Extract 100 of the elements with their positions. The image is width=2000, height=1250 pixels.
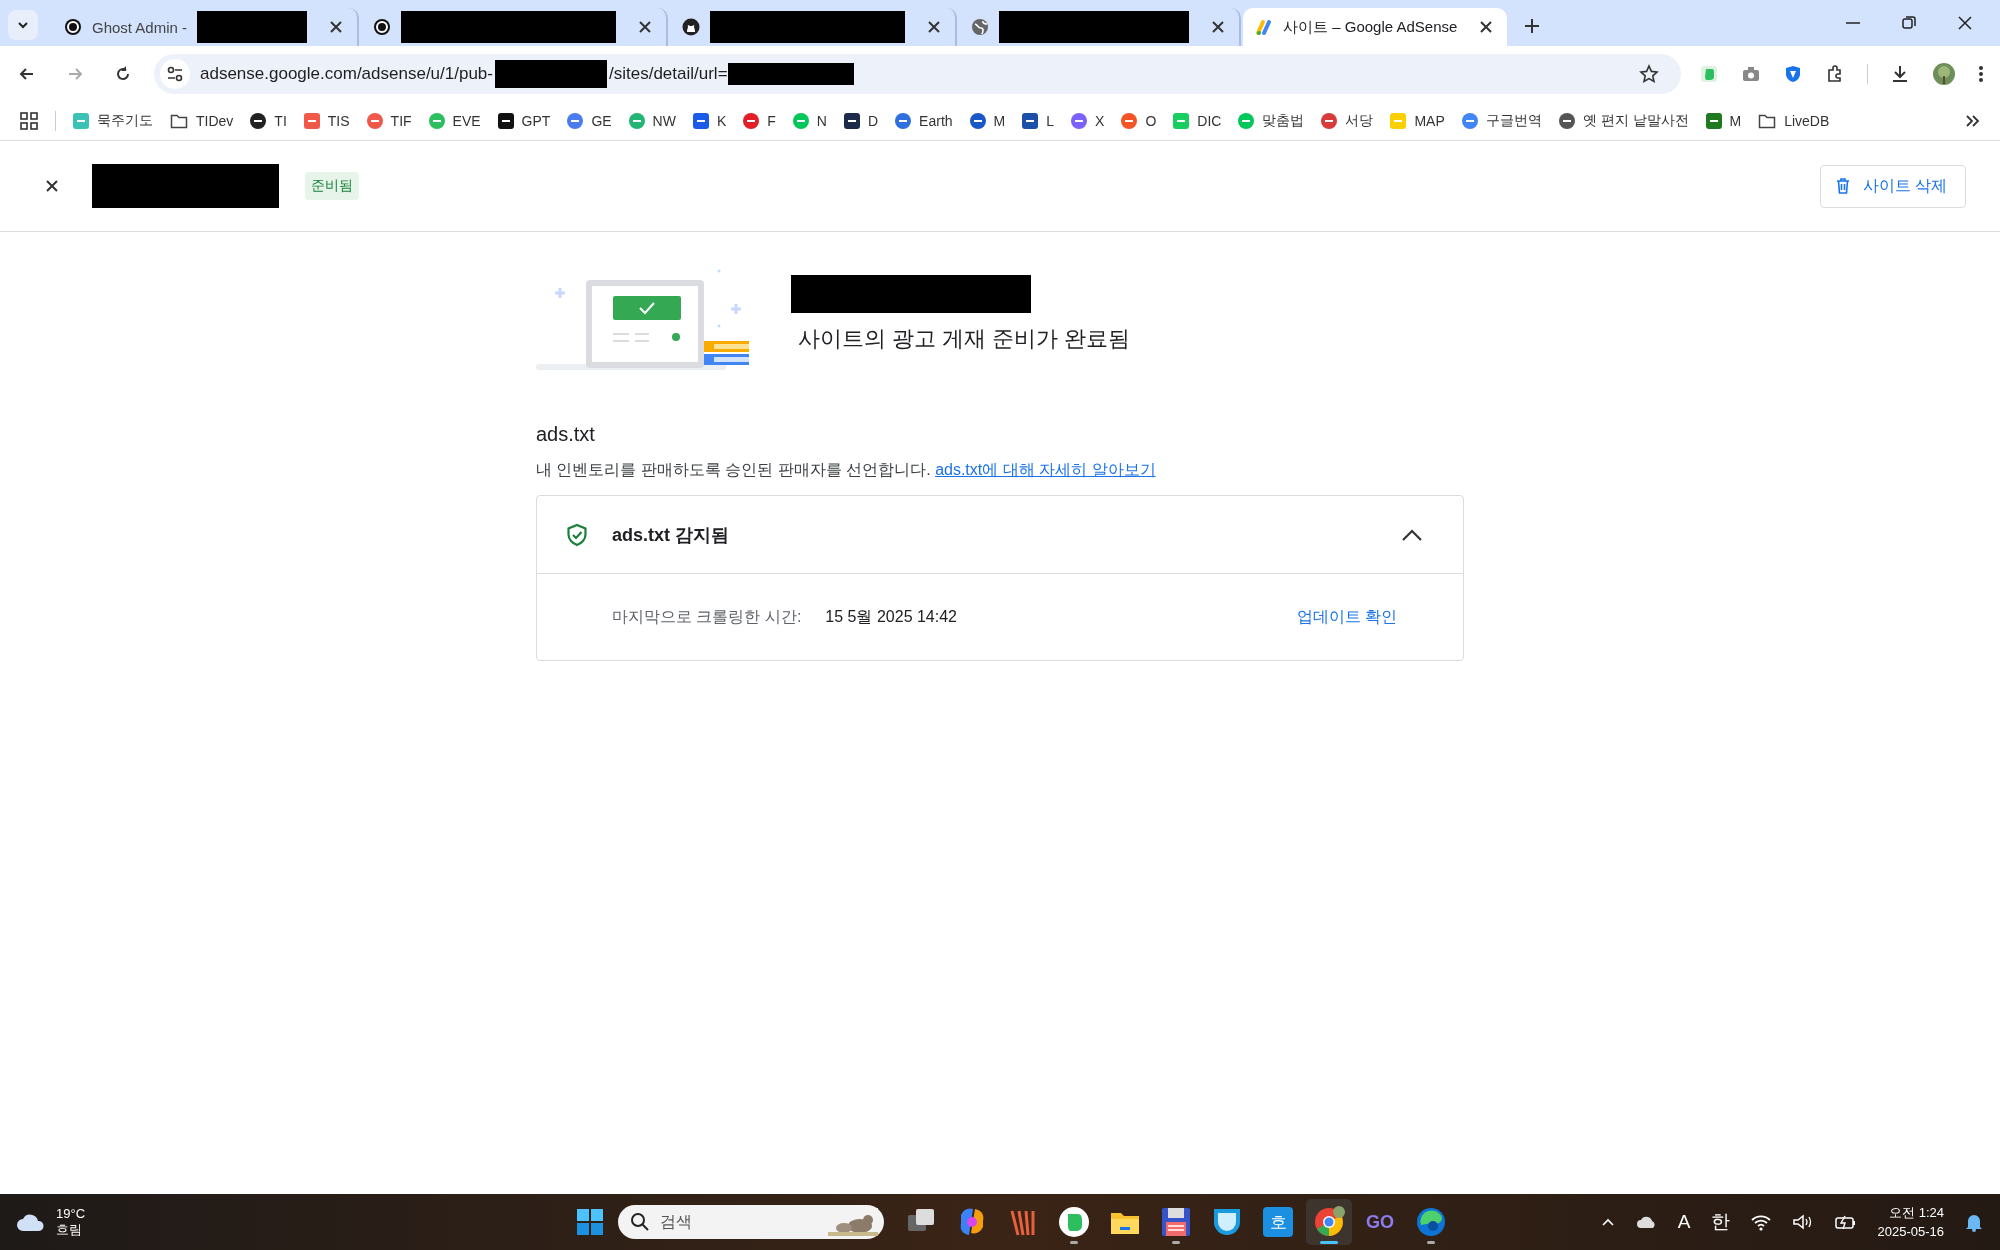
app-icon [1312,1205,1346,1239]
app-icon [1159,1205,1193,1239]
search-field[interactable]: 검색 [658,1212,820,1232]
weather-text: 흐림 [56,1220,83,1239]
site-icon [1321,113,1338,129]
close-icon [1956,14,1974,32]
site-icon [1705,113,1722,129]
bookmark[interactable]: NW [628,113,676,129]
avatar-icon[interactable] [1932,62,1956,86]
bookmark[interactable]: Earth [895,113,953,129]
site-icon [1173,113,1190,129]
bookmark[interactable]: EVE [428,113,481,129]
speaker-icon[interactable] [1791,1213,1814,1231]
site-icon [843,113,860,129]
shield-icon[interactable] [1783,64,1803,84]
star-icon[interactable] [1639,64,1659,84]
bookmark[interactable]: TIS [303,113,350,129]
site-icon [1238,113,1255,129]
site-icon [692,113,709,129]
delete-site-button[interactable]: 사이트 삭제 [1819,164,1966,208]
input-mode-indicator[interactable]: 한 [1710,1209,1730,1235]
tab-title: 사이트 – Google AdSense [1283,17,1458,37]
restore-icon [1900,14,1918,32]
bookmark[interactable]: M [969,113,1006,129]
bookmark[interactable]: 맞춤법 [1238,112,1305,130]
bell-icon[interactable] [1964,1212,1984,1232]
crawl-time-label: 마지막으로 크롤링한 시간: [612,606,802,627]
bookmark[interactable]: TI [250,113,287,129]
site-icon [1558,113,1575,129]
more-bookmarks-button[interactable] [1964,113,1980,129]
app-icon [1414,1205,1448,1239]
bookmark[interactable]: 옛 편지 낱말사전 [1558,112,1689,130]
site-logo-icon [682,18,701,36]
site-logo-icon [373,18,392,36]
site-icon [895,113,912,129]
bookmark[interactable]: L [1022,113,1055,129]
site-icon [1022,113,1039,129]
bookmark[interactable]: X [1071,113,1105,129]
cloud-icon[interactable] [1635,1214,1658,1230]
bookmark[interactable]: MAP [1390,113,1445,129]
learn-more-link[interactable]: ads.txt에 대해 자세히 알아보기 [935,461,1156,478]
url-text: /sites/detail/url= [609,64,728,84]
clock[interactable]: 오전 1:24 2025-05-16 [1877,1203,1944,1241]
bookmark[interactable]: 묵주기도 [73,112,153,130]
taskbar-app[interactable] [1306,1199,1352,1245]
download-icon[interactable] [1890,64,1910,84]
cloud-icon [16,1212,46,1232]
site-icon [250,113,267,129]
double-chevron-icon [1964,113,1980,129]
shield-check-icon [566,522,588,547]
bookmark[interactable]: TIF [366,113,412,129]
camera-icon[interactable] [1741,64,1761,84]
bookmark[interactable]: 서당 [1321,112,1374,130]
bookmark[interactable]: TIDev [170,113,234,129]
tab-search-button[interactable] [8,10,38,40]
site-icon [792,113,809,129]
temperature-text: 19°C [56,1205,86,1221]
bookmark[interactable]: K [692,113,727,129]
site-icon [628,113,645,129]
bookmark[interactable]: DIC [1173,113,1222,129]
windows-start-icon[interactable] [576,1208,604,1236]
site-icon [1390,113,1407,129]
bookmark[interactable]: F [743,113,776,129]
site-icon [1071,113,1088,129]
site-icon [366,113,383,129]
address-field[interactable]: adsense.google.com/adsense/u/1/pub- /sites/detail/url= [154,54,1681,94]
section-title: ads.txt [536,423,596,446]
globe-icon [971,18,990,36]
folder-icon [170,113,188,129]
bookmark[interactable]: M [1705,113,1742,129]
browser-tab[interactable]: 사이트 – Google AdSense [1243,8,1508,46]
bookmark[interactable]: 구글번역 [1461,112,1542,130]
chevron-up-icon[interactable] [1401,527,1423,542]
card-header[interactable]: ads.txt 감지됨 [537,496,1463,574]
bookmark[interactable]: GPT [497,113,551,129]
bookmark[interactable]: N [792,113,827,129]
site-settings-icon[interactable] [165,64,185,84]
plus-icon [1523,17,1542,35]
status-heading: 사이트의 광고 게재 준비가 완료됨 [798,325,1131,353]
crawl-time-value: 15 5월 2025 14:42 [825,606,957,627]
input-mode-indicator[interactable]: A [1677,1211,1691,1233]
more-menu-icon[interactable] [1978,64,1984,84]
site-icon [1461,113,1478,129]
status-badge: 준비됨 [305,172,359,200]
section-description: 내 인벤토리를 판매하도록 승인된 판매자를 선언합니다. ads.txt에 대해 자세히 알아보기 [536,460,1157,480]
site-icon [969,113,986,129]
bookmark[interactable]: O [1121,113,1157,129]
site-icon [567,113,584,129]
site-icon [428,113,445,129]
apps-grid-icon[interactable] [20,112,38,130]
taskbar-app[interactable]: GO [1357,1199,1403,1245]
battery-icon[interactable] [1833,1213,1858,1231]
wifi-icon[interactable] [1749,1213,1772,1231]
check-update-link[interactable]: 업데이트 확인 [1296,606,1397,628]
bookmark[interactable]: GE [567,113,612,129]
bookmark[interactable]: D [843,113,879,129]
site-logo-icon [64,18,82,36]
search-bar[interactable]: 검색 [618,1205,884,1239]
minimize-icon [1846,22,1860,24]
bookmark[interactable]: LiveDB [1758,113,1830,129]
